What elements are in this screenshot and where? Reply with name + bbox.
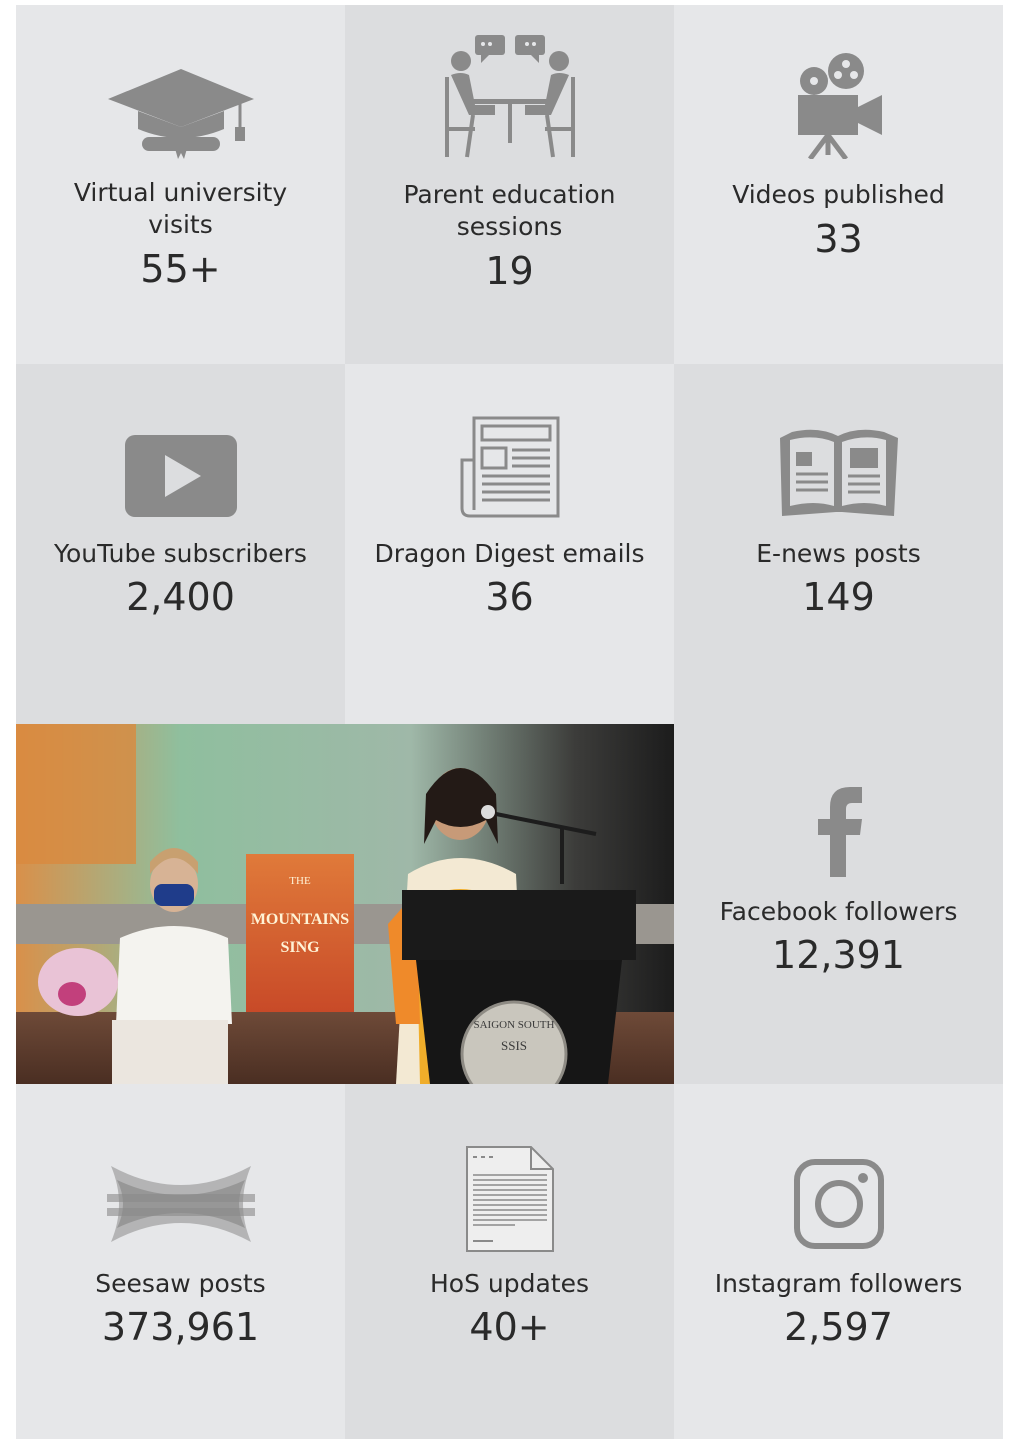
stat-tile-youtube: YouTube subscribers 2,400: [16, 364, 345, 724]
podium-seal-text: SAIGON SOUTH: [474, 1019, 555, 1031]
stat-tile-facebook: Facebook followers 12,391: [674, 724, 1003, 1084]
stat-label: Facebook followers: [719, 897, 958, 926]
stat-value: 36: [485, 575, 534, 619]
stat-value: 12,391: [772, 933, 905, 977]
facebook-icon: [817, 787, 862, 877]
stat-value: 149: [802, 575, 875, 619]
stat-tile-dragon-digest: Dragon Digest emails 36: [345, 364, 674, 724]
stat-value: 33: [814, 217, 863, 261]
stat-tile-enews: E-news posts 149: [674, 364, 1003, 724]
stat-value: 55+: [140, 247, 221, 291]
stat-value: 2,400: [126, 575, 235, 619]
stat-tile-parent-sessions: Parent education sessions 19: [345, 5, 674, 364]
event-photo: THE MOUNTAINS SING SAIGON SOUTH SSIS: [16, 724, 674, 1084]
book-cover: THE MOUNTAINS SING: [246, 854, 354, 1012]
stat-value: 2,597: [784, 1305, 893, 1349]
document-icon: [465, 1146, 554, 1252]
newspaper-icon: [460, 416, 559, 518]
stat-label: Virtual university visits: [73, 178, 288, 239]
stat-tile-videos: Videos published 33: [674, 5, 1003, 364]
stat-label: HoS updates: [429, 1269, 590, 1298]
magazine-icon: [779, 429, 898, 516]
stat-label: Videos published: [732, 180, 945, 209]
svg-text:SING: SING: [280, 939, 320, 956]
stat-label: Parent education sessions: [403, 180, 616, 241]
author-talk-photo: THE MOUNTAINS SING SAIGON SOUTH SSIS: [16, 724, 674, 1084]
svg-text:THE: THE: [289, 875, 311, 887]
podium-seal-abbr: SSIS: [501, 1038, 527, 1053]
youtube-icon: [124, 435, 237, 517]
stat-label: Seesaw posts: [95, 1269, 266, 1298]
stat-tile-university-visits: Virtual university visits 55+: [16, 5, 345, 364]
stat-tile-instagram: Instagram followers 2,597: [674, 1084, 1003, 1439]
seesaw-icon: [106, 1166, 255, 1242]
stat-label: Instagram followers: [714, 1269, 963, 1298]
stat-tile-seesaw: Seesaw posts 373,961: [16, 1084, 345, 1439]
meeting-icon: [444, 35, 575, 158]
stat-value: 40+: [469, 1305, 550, 1349]
instagram-icon: [793, 1159, 884, 1249]
svg-text:MOUNTAINS: MOUNTAINS: [251, 911, 349, 928]
stat-label: E-news posts: [756, 539, 921, 568]
graduation-cap-icon: [107, 69, 254, 159]
stat-value: 373,961: [101, 1305, 260, 1349]
film-camera-icon: [797, 53, 882, 159]
stat-label: Dragon Digest emails: [374, 539, 645, 568]
stats-grid: Virtual university visits 55+ Parent edu…: [16, 5, 1003, 1439]
stat-value: 19: [485, 249, 534, 293]
stat-tile-hos-updates: HoS updates 40+: [345, 1084, 674, 1439]
stat-label: YouTube subscribers: [54, 539, 307, 568]
